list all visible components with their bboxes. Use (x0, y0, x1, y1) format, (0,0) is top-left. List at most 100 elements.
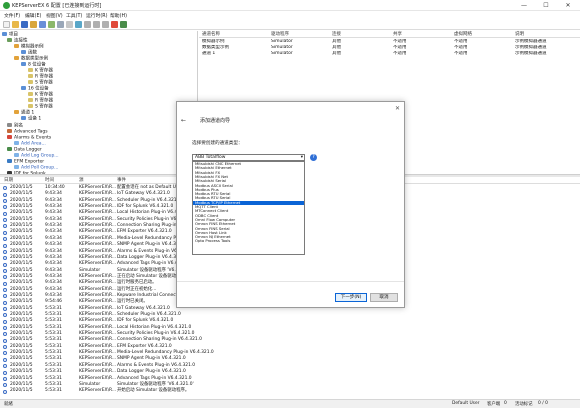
cut-icon[interactable] (84, 21, 91, 28)
status-clients-label: 客户端 (487, 402, 501, 407)
undo-icon[interactable] (75, 21, 82, 28)
delete-icon[interactable] (111, 21, 118, 28)
column-header[interactable]: 连接 (332, 31, 341, 38)
menu-file[interactable]: 文件(F) (4, 12, 20, 19)
log-time-cell: 5:53:31 (45, 388, 62, 394)
channel-icon (14, 56, 19, 60)
info-icon (3, 287, 7, 292)
folder-icon (28, 92, 33, 96)
shared-cell: 不适用 (393, 51, 407, 56)
column-header[interactable]: 时间 (45, 177, 54, 184)
new-channel-icon[interactable] (30, 21, 37, 28)
menu-runtime[interactable]: 运行时(R) (86, 12, 107, 19)
add-icon (14, 141, 19, 145)
data-logger-icon (7, 147, 12, 151)
menu-help[interactable]: 帮助(H) (110, 12, 127, 19)
device-icon (21, 86, 26, 90)
status-tags-label: 活动标记 (515, 402, 533, 407)
info-icon (3, 192, 7, 197)
next-button[interactable]: 下一步(N) (335, 293, 367, 302)
alarm-icon (7, 135, 12, 139)
log-event-cell: 开始启动 Simulator 设备驱动程序。 (117, 388, 190, 394)
copy-icon[interactable] (93, 21, 100, 28)
back-arrow-icon[interactable]: ← (181, 117, 186, 124)
status-tags-value: 0 / 0 (538, 401, 548, 406)
info-icon (3, 294, 7, 299)
status-user: Default User (452, 401, 480, 406)
info-icon (3, 313, 7, 318)
alias-icon (7, 123, 12, 127)
info-icon (3, 186, 7, 191)
dropdown-selected-value: ABB Totalflow (195, 155, 226, 160)
column-header[interactable]: 源 (79, 177, 84, 184)
paste-icon[interactable] (102, 21, 109, 28)
info-icon (3, 199, 7, 204)
info-icon (3, 249, 7, 254)
column-header[interactable]: 说明 (515, 31, 524, 38)
info-icon (3, 389, 7, 394)
device-icon (21, 116, 26, 120)
channel-name-cell: 通道 1 (202, 51, 216, 56)
efm-exporter-icon (7, 159, 12, 163)
minimize-button[interactable]: — (513, 0, 535, 11)
device-icon (21, 62, 26, 66)
info-icon (3, 351, 7, 356)
column-header[interactable]: 共享 (393, 31, 402, 38)
info-icon (3, 326, 7, 331)
info-icon (3, 357, 7, 362)
column-header[interactable]: 虚拟网络 (454, 31, 472, 38)
maximize-button[interactable]: ☐ (535, 0, 557, 11)
project-tree: 项目 连接性 模拟器示例 函数 数据类型示例 8 位设备 K 寄存器 R 寄存器… (0, 31, 198, 177)
status-clients-value: 0 (504, 401, 507, 406)
info-icon (3, 256, 7, 261)
info-icon (3, 376, 7, 381)
quick-client-icon[interactable] (120, 21, 127, 28)
close-window-button[interactable]: ✕ (557, 0, 579, 11)
menu-tools[interactable]: 工具(T) (66, 12, 82, 19)
folder-icon (28, 98, 33, 102)
folder-icon (28, 80, 33, 84)
menu-view[interactable]: 视图(V) (46, 12, 63, 19)
cancel-button[interactable]: 取消 (370, 293, 398, 302)
status-bar: 就绪 Default User 客户端 0 活动标记 0 / 0 (0, 399, 580, 408)
new-group-icon[interactable] (57, 21, 64, 28)
info-icon (3, 307, 7, 312)
info-icon (3, 243, 7, 248)
new-project-icon[interactable] (3, 21, 10, 28)
tree-item-device[interactable]: 设备 1 (21, 116, 41, 122)
channel-type-list[interactable]: Mitsubishi CNC Ethernet Mitsubishi Ethern… (192, 161, 305, 255)
list-item[interactable]: 2020/11/5 5:53:31 KEPServerEX\R... 开始启动 Sim… (0, 388, 580, 395)
open-folder-icon[interactable] (12, 21, 19, 28)
save-icon[interactable] (21, 21, 28, 28)
folder-icon (28, 74, 33, 78)
info-icon (3, 338, 7, 343)
close-icon[interactable]: ✕ (395, 105, 400, 112)
help-icon[interactable]: ? (310, 154, 317, 161)
menu-bar: 文件(F) 编辑(E) 视图(V) 工具(T) 运行时(R) 帮助(H) (0, 11, 580, 19)
window-title: KEPServerEX 6 配置 [已连接到运行时] (12, 3, 102, 9)
channel-list-header: 通道名称 驱动程序 连接 共享 虚拟网络 说明 (199, 31, 580, 38)
advanced-tags-icon (7, 129, 12, 133)
menu-edit[interactable]: 编辑(E) (25, 12, 41, 19)
channel-icon (14, 44, 19, 48)
channel-type-dropdown[interactable]: ABB Totalflow ▾ (192, 154, 305, 161)
log-source-cell: KEPServerEX\R... (79, 388, 117, 394)
bulk-tag-icon[interactable] (66, 21, 73, 28)
new-device-icon[interactable] (39, 21, 46, 28)
driver-cell: Simulator (271, 51, 293, 56)
info-icon (3, 268, 7, 273)
new-tag-icon[interactable] (48, 21, 55, 28)
info-icon (3, 230, 7, 235)
add-icon (14, 165, 19, 169)
virtual-network-cell: 不适用 (454, 51, 468, 56)
info-icon (3, 237, 7, 242)
info-icon (3, 275, 7, 280)
column-header[interactable]: 日期 (4, 177, 13, 184)
info-icon (3, 281, 7, 286)
info-icon (3, 364, 7, 369)
column-header[interactable]: 驱动程序 (271, 31, 289, 38)
info-icon (3, 319, 7, 324)
column-header[interactable]: 通道名称 (202, 31, 220, 38)
channel-type-option[interactable]: Opto Process Tools (193, 239, 304, 244)
column-header[interactable]: 事件 (117, 177, 126, 184)
